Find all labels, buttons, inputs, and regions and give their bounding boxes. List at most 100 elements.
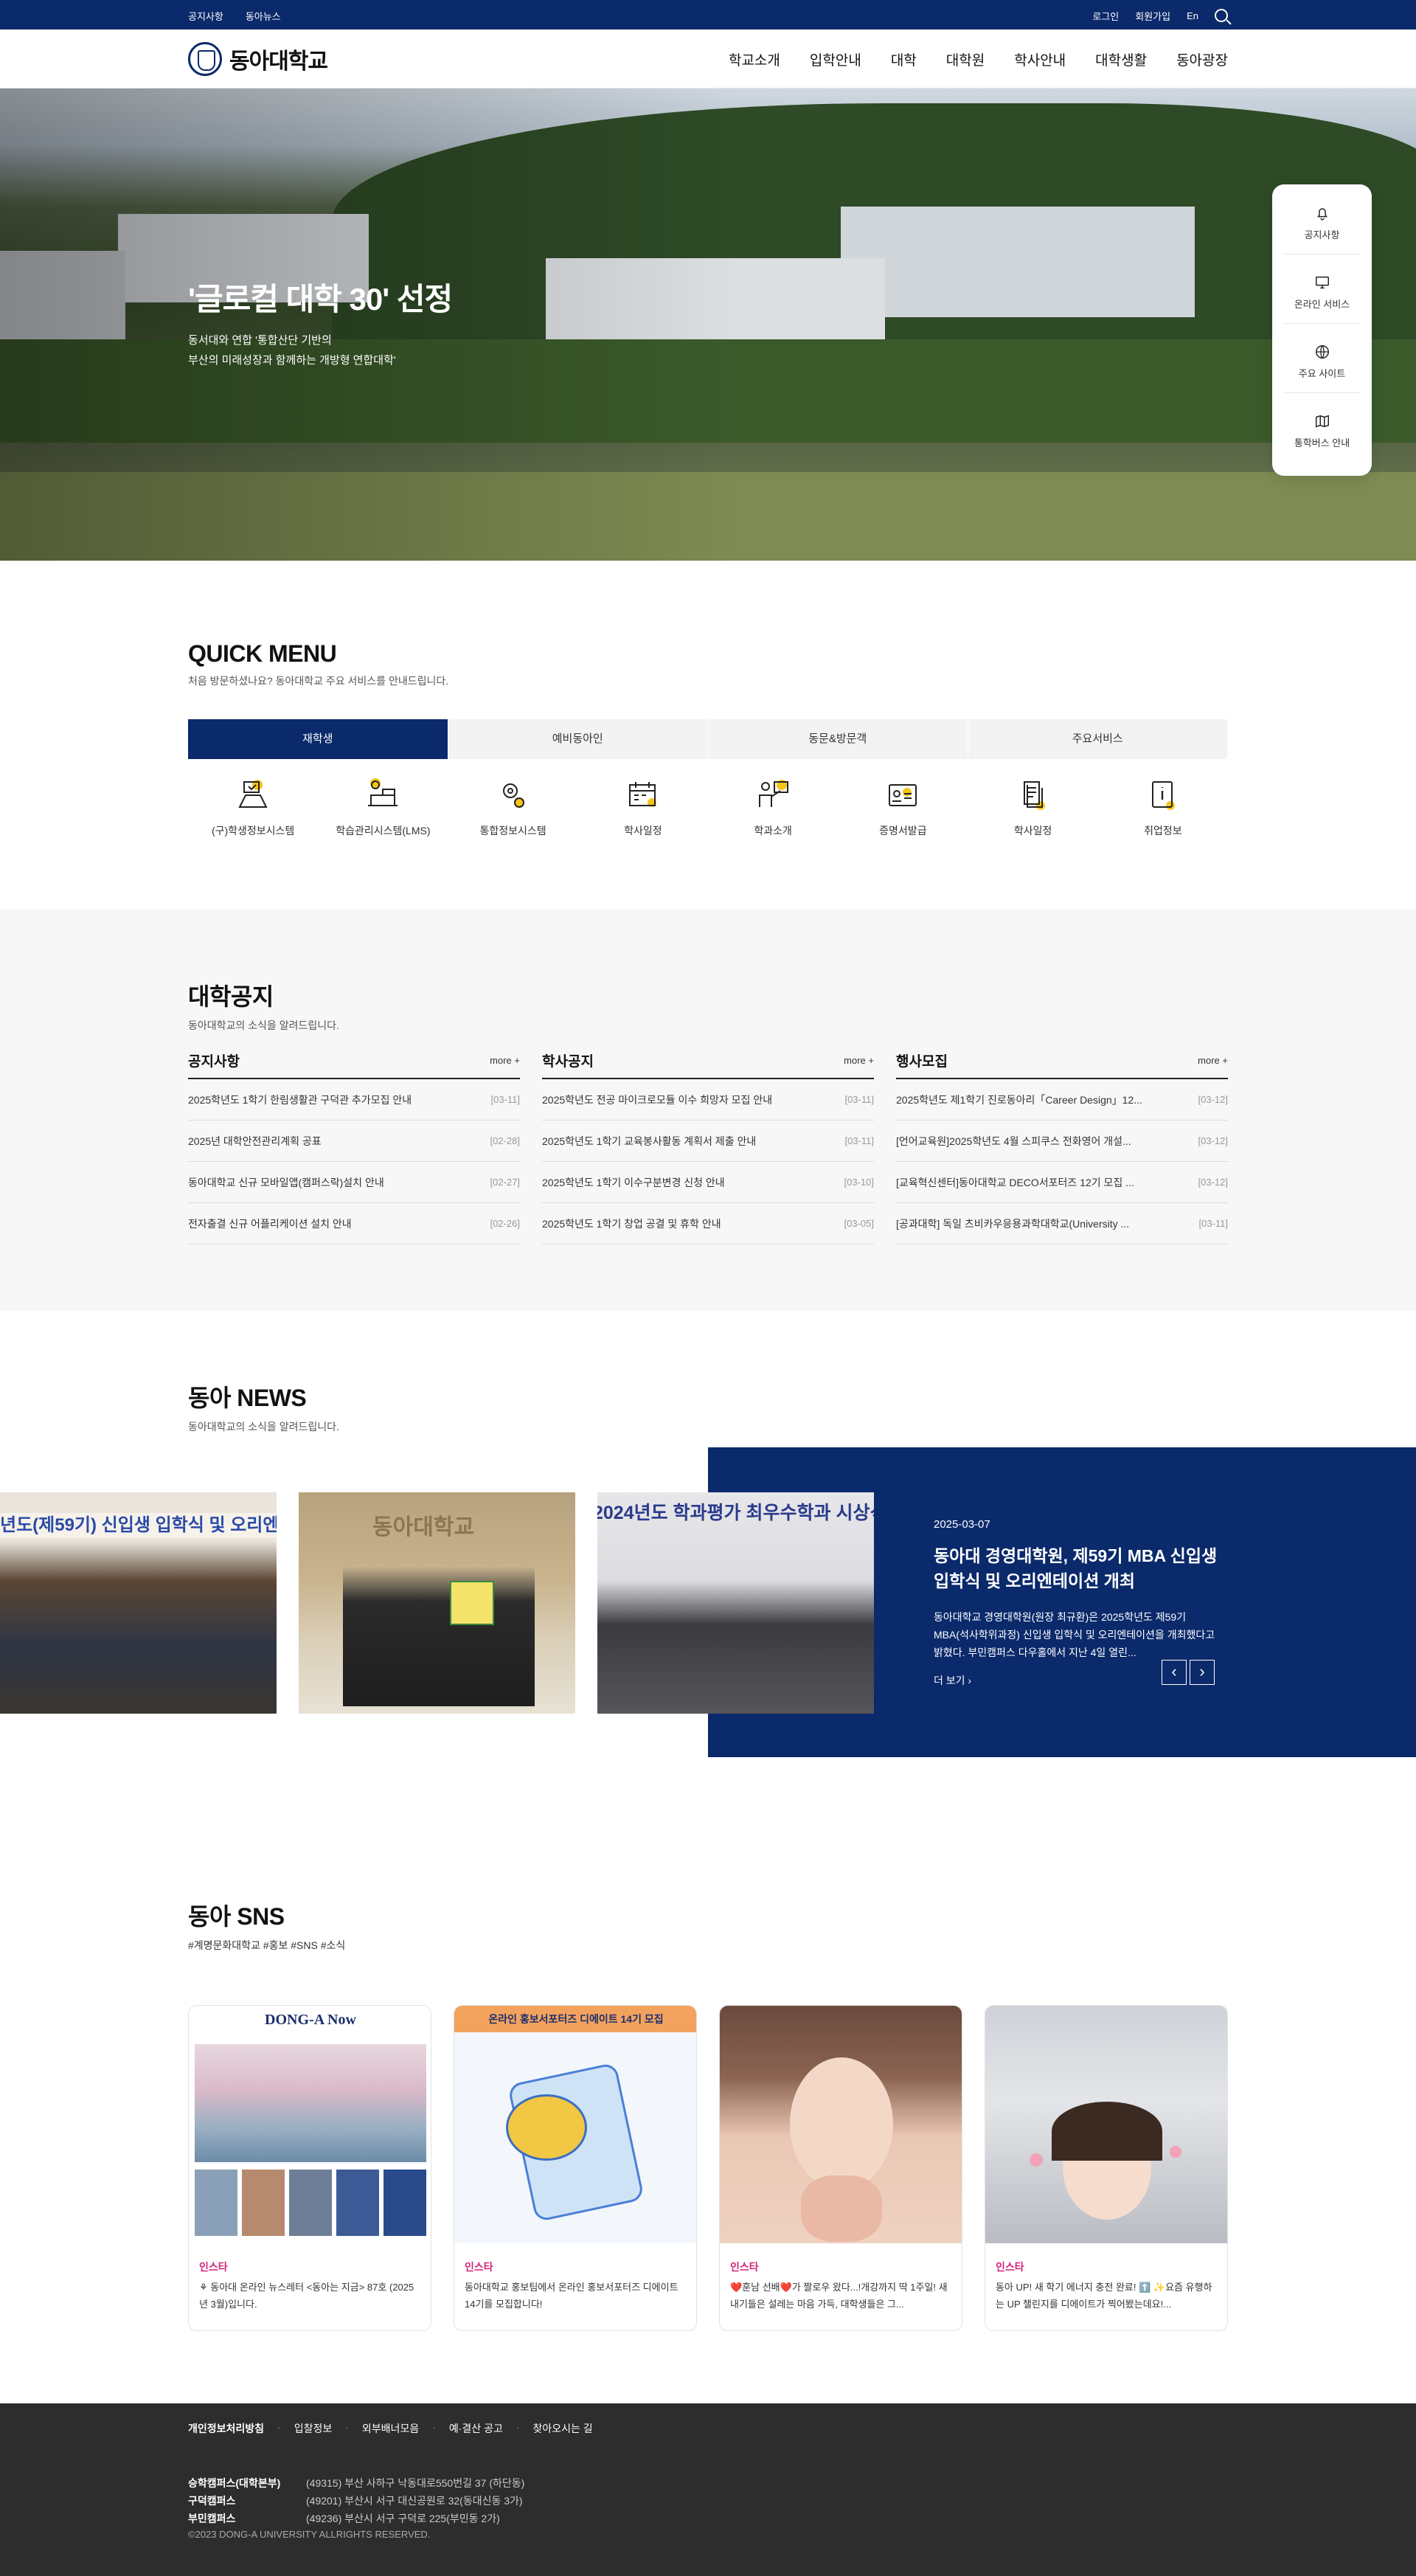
notice-column: 공지사항 more + 2025학년도 1학기 한림생활관 구덕관 추가모집 안내… [188, 1050, 520, 1244]
sns-card[interactable]: 인스타 ❤️훈남 선배❤️가 짤로우 왔다...!개강까지 딱 1주일! 새내기… [719, 2005, 962, 2331]
nav-item[interactable]: 동아광장 [1176, 49, 1228, 69]
list-item[interactable]: 2025학년도 제1학기 진로동아리「Career Design」12... [0… [896, 1079, 1228, 1121]
list-item[interactable]: 2025학년도 1학기 창업 공결 및 휴학 안내 [03-05] [542, 1203, 874, 1244]
lecture-icon [759, 780, 789, 807]
list-item[interactable]: 2025학년도 1학기 이수구분변경 신청 안내 [03-10] [542, 1162, 874, 1203]
notice-heading: 대학공지 동아대학교의 소식을 알려드립니다. [188, 978, 1228, 1033]
side-item-online-service[interactable]: 온라인 서비스 [1272, 254, 1372, 322]
news-image[interactable]: 2024년도 학과평가 최우수학과 시상식 [597, 1492, 874, 1714]
quick-menu-title: QUICK MENU [188, 640, 337, 667]
sns-card-image [720, 2006, 962, 2243]
tab-alumni-visitors[interactable]: 동문&방문객 [708, 719, 968, 759]
sns-card-image: 온라인 홍보서포터즈 디에이트 14기 모집 [454, 2006, 696, 2243]
footer-link[interactable]: 예·결산 공고 [449, 2421, 503, 2436]
sns-card[interactable]: DONG-A Now 인스타 ⚘ 동아대 온라인 뉴스레터 <동아는 지금> 8… [188, 2005, 431, 2331]
login-link[interactable]: 로그인 [1092, 9, 1119, 23]
quick-item[interactable]: (구)학생정보시스템 [188, 775, 318, 838]
list-item[interactable]: [언어교육원]2025학년도 4월 스피쿠스 전화영어 개설... [03-12] [896, 1121, 1228, 1162]
footer-link[interactable]: 외부배너모음 [362, 2421, 419, 2436]
footer-link[interactable]: 찾아오시는 길 [533, 2421, 593, 2436]
side-item-bus[interactable]: 통학버스 안내 [1272, 392, 1372, 460]
news-heading: 동아 NEWS 동아대학교의 소식을 알려드립니다. [188, 1379, 1228, 1434]
more-link[interactable]: more + [490, 1055, 520, 1066]
nav-item[interactable]: 학사안내 [1014, 49, 1066, 69]
tab-prospective[interactable]: 예비동아인 [448, 719, 708, 759]
globe-icon [1315, 345, 1329, 359]
notice-desc: 동아대학교의 소식을 알려드립니다. [188, 1019, 339, 1031]
quick-item[interactable]: 통합정보시스템 [448, 775, 578, 838]
id-card-icon [889, 784, 917, 806]
tab-current-students[interactable]: 재학생 [188, 719, 448, 759]
copyright: ©2023 DONG-A UNIVERSITY ALLRIGHTS RESERV… [188, 2529, 431, 2540]
list-item[interactable]: [공과대학] 독일 츠비카우응용과학대학교(University ... [03-… [896, 1203, 1228, 1244]
map-icon [1315, 415, 1329, 428]
hero-banner: '글로컬 대학 30' 선정 동서대와 연합 '통합산단 기반의 부산의 미래성… [0, 89, 1416, 561]
next-arrow-icon[interactable]: › [1190, 1660, 1215, 1685]
quick-item[interactable]: 학사일정 [968, 775, 1098, 838]
student-system-icon [238, 780, 268, 808]
quick-item[interactable]: 증명서발급 [838, 775, 968, 838]
list-item[interactable]: 동아대학교 신규 모바일앱(캠퍼스락)설치 안내 [02-27] [188, 1162, 520, 1203]
side-item-main-sites[interactable]: 주요 사이트 [1272, 323, 1372, 391]
quick-item[interactable]: 취업정보 [1098, 775, 1228, 838]
footer-link[interactable]: 입찰정보 [294, 2421, 333, 2436]
tab-main-services[interactable]: 주요서비스 [968, 719, 1228, 759]
sns-card[interactable]: 온라인 홍보서포터즈 디에이트 14기 모집 인스타 동아대학교 홍보팀에서 온… [454, 2005, 697, 2331]
join-link[interactable]: 회원가입 [1135, 9, 1170, 23]
info-book-icon [1151, 781, 1175, 810]
calendar-icon [628, 782, 656, 807]
more-link[interactable]: more + [1198, 1055, 1228, 1066]
news-more-link[interactable]: 더 보기 › [934, 1673, 971, 1688]
quick-item[interactable]: 학습관리시스템(LMS) [318, 775, 448, 838]
sns-card-tag: 인스타 [465, 2261, 493, 2273]
search-icon[interactable] [1215, 8, 1228, 22]
nav-item[interactable]: 입학안내 [810, 49, 861, 69]
sns-card[interactable]: 인스타 동아 UP! 새 학기 에너지 충전 완료! ⬆️ ✨요즘 유행하는 U… [985, 2005, 1228, 2331]
nav-item[interactable]: 학교소개 [729, 49, 780, 69]
nav-item[interactable]: 대학 [891, 49, 917, 69]
sns-card-text: ❤️훈남 선배❤️가 짤로우 왔다...!개강까지 딱 1주일! 새내기들은 설… [730, 2282, 948, 2310]
sns-tags: #계명문화대학교 #홍보 #SNS #소식 [188, 1939, 346, 1951]
language-link[interactable]: En [1187, 10, 1198, 21]
sns-card-tag: 인스타 [996, 2261, 1024, 2273]
quick-menu-tabs: 재학생 예비동아인 동문&방문객 주요서비스 [188, 719, 1228, 759]
nav-item[interactable]: 대학생활 [1095, 49, 1147, 69]
list-item[interactable]: [교육혁신센터]동아대학교 DECO서포터즈 12기 모집 ... [03-12] [896, 1162, 1228, 1203]
list-item[interactable]: 2025학년도 1학기 교육봉사활동 계획서 제출 안내 [03-11] [542, 1121, 874, 1162]
notice-column: 학사공지 more + 2025학년도 전공 마이크로모듈 이수 희망자 모집 안… [542, 1050, 874, 1244]
topbar-link-notice[interactable]: 공지사항 [188, 9, 223, 23]
list-item[interactable]: 전자출결 신규 어플리케이션 설치 안내 [02-26] [188, 1203, 520, 1244]
news-title: 동아 NEWS [188, 1385, 307, 1411]
news-body: 동아대학교 경영대학원(원장 최규환)은 2025학년도 제59기 MBA(석사… [934, 1611, 1215, 1658]
more-link[interactable]: more + [844, 1055, 874, 1066]
quick-side-menu: 공지사항 온라인 서비스 주요 사이트 통학버스 안내 [1272, 184, 1372, 476]
news-desc: 동아대학교의 소식을 알려드립니다. [188, 1421, 339, 1433]
documents-icon [1023, 781, 1045, 810]
quick-item[interactable]: 학사일정 [578, 775, 708, 838]
main-nav: 학교소개 입학안내 대학 대학원 학사안내 대학생활 동아광장 [729, 49, 1228, 69]
sns-card-tag: 인스타 [730, 2261, 759, 2273]
list-item[interactable]: 2025년 대학안전관리계획 공표 [02-28] [188, 1121, 520, 1162]
lms-desk-icon [368, 778, 398, 806]
footer-link-privacy[interactable]: 개인정보처리방침 [188, 2421, 264, 2436]
news-image[interactable]: 년도(제59기) 신입생 입학식 및 오리엔 [0, 1492, 277, 1714]
news-headline[interactable]: 동아대 경영대학원, 제59기 MBA 신입생 입학식 및 오리엔테이션 개최 [934, 1543, 1229, 1593]
quick-menu-icons: (구)학생정보시스템 학습관리시스템(LMS) 통합정보시스템 학사일정 학과소… [188, 775, 1228, 838]
news-image[interactable]: 동아대학교 [299, 1492, 575, 1714]
site-footer: 개인정보처리방침 · 입찰정보 · 외부배너모음 · 예·결산 공고 · 찾아오… [0, 2403, 1416, 2576]
logo[interactable]: 동아대학교 [188, 42, 328, 76]
sns-card-tag: 인스타 [199, 2261, 228, 2273]
bell-icon [1316, 208, 1328, 221]
list-item[interactable]: 2025학년도 1학기 한림생활관 구덕관 추가모집 안내 [03-11] [188, 1079, 520, 1121]
logo-text: 동아대학교 [229, 49, 328, 74]
sns-card-image [985, 2006, 1227, 2243]
prev-arrow-icon[interactable]: ‹ [1162, 1660, 1187, 1685]
list-item[interactable]: 2025학년도 전공 마이크로모듈 이수 희망자 모집 안내 [03-11] [542, 1079, 874, 1121]
quick-item[interactable]: 학과소개 [708, 775, 838, 838]
quick-menu-heading: QUICK MENU 처음 방문하셨나요? 동아대학교 주요 서비스를 안내드립… [188, 640, 1228, 688]
nav-item[interactable]: 대학원 [946, 49, 985, 69]
sns-card-text: ⚘ 동아대 온라인 뉴스레터 <동아는 지금> 87호 (2025년 3월)입니… [199, 2282, 414, 2310]
topbar-link-news[interactable]: 동아뉴스 [246, 9, 281, 23]
top-utility-bar: 공지사항 동아뉴스 로그인 회원가입 En [0, 0, 1416, 30]
side-item-notice[interactable]: 공지사항 [1272, 184, 1372, 252]
